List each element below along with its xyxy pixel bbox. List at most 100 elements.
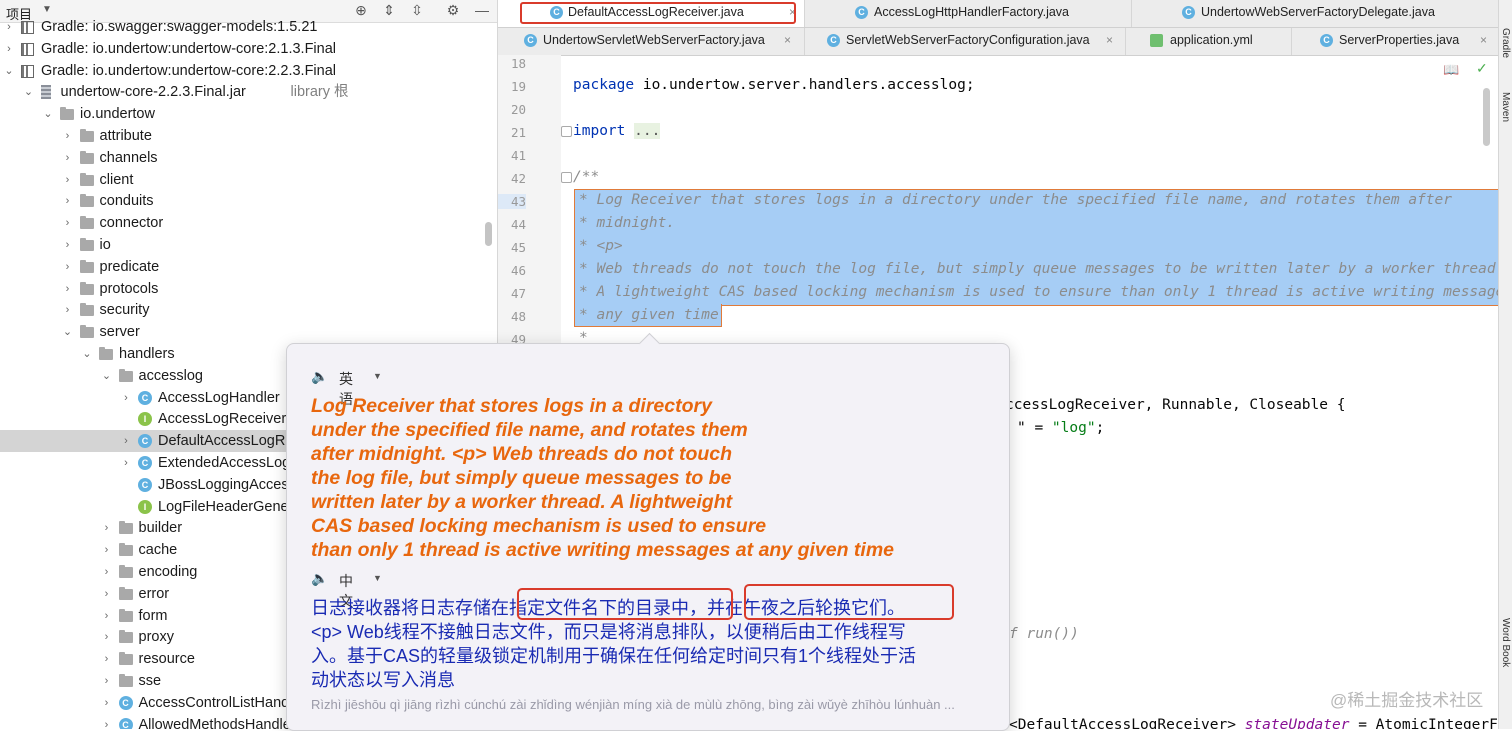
tree-item[interactable]: ⌄ io.undertow (0, 103, 497, 125)
tab-server-properties[interactable]: C ServerProperties.java × (1292, 28, 1498, 55)
fold-toggle-icon[interactable] (561, 126, 572, 137)
tree-item[interactable]: › predicate (0, 256, 497, 278)
chevron-right-icon[interactable]: › (102, 670, 112, 692)
tree-item[interactable]: › Gradle: io.undertow:undertow-core:2.1.3… (0, 38, 497, 60)
chevron-right-icon[interactable]: › (63, 299, 73, 321)
tree-item-label: Gradle: io.undertow:undertow-core:2.2.3.… (41, 62, 336, 79)
tab-access-log-http-handler-factory[interactable]: C AccessLogHttpHandlerFactory.java (805, 0, 1132, 27)
tab-undertow-web-server-factory-delegate[interactable]: C UndertowWebServerFactoryDelegate.java (1132, 0, 1498, 27)
close-icon[interactable]: × (789, 0, 796, 25)
tree-item[interactable]: › channels (0, 147, 497, 169)
tab-servlet-web-server-factory-configuration[interactable]: C ServletWebServerFactoryConfiguration.j… (805, 28, 1126, 55)
translation-popup: 🔈 英语 ▼ Log Receiver that stores logs in … (286, 332, 1010, 731)
tree-item[interactable]: › security (0, 299, 497, 321)
tree-item[interactable]: › client (0, 169, 497, 191)
tab-application-yml[interactable]: application.yml (1126, 28, 1292, 55)
class-icon: C (1182, 6, 1195, 19)
chevron-down-icon[interactable]: ▼ (373, 573, 382, 583)
chevron-right-icon[interactable]: › (102, 714, 112, 729)
tree-item-label: builder (138, 520, 183, 537)
chevron-right-icon[interactable]: › (4, 16, 14, 38)
speaker-icon[interactable]: 🔈 (311, 570, 328, 587)
code-fragment-string: " = "log"; (1017, 420, 1105, 436)
close-icon[interactable]: × (784, 28, 791, 53)
package-icon (118, 565, 133, 578)
chevron-right-icon[interactable]: › (102, 539, 112, 561)
chevron-right-icon[interactable]: › (63, 169, 73, 191)
line-number: 46 (510, 263, 526, 278)
chevron-right-icon[interactable]: › (63, 212, 73, 234)
tab-undertow-servlet-web-server-factory[interactable]: C UndertowServletWebServerFactory.java × (498, 28, 805, 55)
chevron-right-icon[interactable]: › (102, 517, 112, 539)
package-icon (118, 608, 133, 622)
class-icon: C (138, 390, 152, 405)
source-line: after midnight. <p> Web threads do not t… (311, 443, 733, 465)
speaker-icon[interactable]: 🔈 (311, 368, 328, 385)
tree-item[interactable]: › protocols (0, 278, 497, 300)
chevron-right-icon[interactable]: › (102, 605, 112, 627)
line-number: 44 (510, 217, 526, 232)
project-scrollbar[interactable] (485, 222, 492, 246)
yml-file-icon (1150, 34, 1163, 47)
chevron-right-icon[interactable]: › (102, 692, 112, 714)
chevron-down-icon[interactable]: ⌄ (82, 343, 92, 365)
tree-item[interactable]: › conduits (0, 190, 497, 212)
package-icon (79, 259, 94, 273)
chevron-down-icon[interactable]: ▼ (373, 371, 382, 381)
line-number: 43 (498, 194, 526, 209)
tab-default-access-log-receiver[interactable]: C DefaultAccessLogReceiver.java × (498, 0, 805, 27)
reader-mode-icon[interactable]: 📖 (1443, 62, 1459, 78)
code-line-doc: * <p> (579, 238, 623, 254)
close-icon[interactable]: × (1480, 28, 1487, 53)
code-fragment-updater: <DefaultAccessLogReceiver> stateUpdater … (1009, 717, 1498, 729)
editor-scrollbar[interactable] (1483, 88, 1490, 146)
chevron-right-icon[interactable]: › (63, 256, 73, 278)
chevron-down-icon[interactable]: ⌄ (24, 81, 34, 103)
tree-item[interactable]: ⌄ undertow-core-2.2.3.Final.jar library 根 (0, 81, 497, 103)
gradle-library-icon (21, 42, 34, 56)
tree-item[interactable]: ⌄ server (0, 321, 497, 343)
chevron-right-icon[interactable]: › (63, 125, 73, 147)
source-line: Log Receiver that stores logs in a direc… (311, 395, 712, 417)
chevron-right-icon[interactable]: › (121, 430, 131, 452)
tree-item-label: sse (138, 673, 162, 689)
chevron-right-icon[interactable]: › (102, 561, 112, 583)
tree-item-label: server (99, 324, 140, 341)
annotation-highlight-box (517, 588, 733, 620)
chevron-right-icon[interactable]: › (102, 648, 112, 670)
folded-imports[interactable]: ... (634, 123, 661, 139)
tree-item[interactable]: › io (0, 234, 497, 256)
tree-item[interactable]: › Gradle: io.swagger:swagger-models:1.5.2… (0, 16, 497, 38)
chevron-right-icon[interactable]: › (121, 452, 131, 474)
chevron-right-icon[interactable]: › (121, 387, 131, 409)
chevron-right-icon[interactable]: › (63, 190, 73, 212)
chevron-down-icon[interactable]: ⌄ (43, 103, 53, 125)
chevron-right-icon[interactable]: › (63, 147, 73, 169)
code-line-doc: * Web threads do not touch the log file,… (579, 261, 1498, 277)
package-icon (79, 238, 94, 251)
tab-label: ServerProperties.java (1339, 33, 1460, 47)
chevron-right-icon[interactable]: › (63, 278, 73, 300)
code-line-doc: * Log Receiver that stores logs in a dir… (579, 192, 1452, 208)
class-icon: C (855, 6, 868, 19)
chevron-down-icon[interactable]: ⌄ (63, 321, 73, 343)
chevron-right-icon[interactable]: › (102, 583, 112, 605)
package-icon (79, 194, 94, 208)
code-line-doc: * any given time (579, 307, 719, 323)
tree-item[interactable]: › attribute (0, 125, 497, 147)
chevron-down-icon[interactable]: ⌄ (102, 365, 112, 387)
maven-tool-button[interactable]: Maven (1500, 92, 1511, 122)
word-book-tool-button[interactable]: Word Book (1500, 618, 1511, 667)
chevron-right-icon[interactable]: › (63, 234, 73, 256)
chevron-right-icon[interactable]: › (102, 626, 112, 648)
tree-item[interactable]: ⌄ Gradle: io.undertow:undertow-core:2.2.3… (0, 60, 497, 82)
tree-item[interactable]: › connector (0, 212, 497, 234)
fold-toggle-icon[interactable] (561, 172, 572, 183)
close-icon[interactable]: × (1106, 28, 1113, 53)
gradle-tool-button[interactable]: Gradle (1500, 28, 1511, 58)
chevron-right-icon[interactable]: › (4, 38, 14, 60)
tab-label: UndertowServletWebServerFactory.java (543, 33, 765, 47)
chevron-down-icon[interactable]: ⌄ (4, 60, 14, 82)
chevron-down-icon[interactable]: ▼ (42, 4, 52, 15)
tree-item-label: encoding (138, 564, 198, 580)
